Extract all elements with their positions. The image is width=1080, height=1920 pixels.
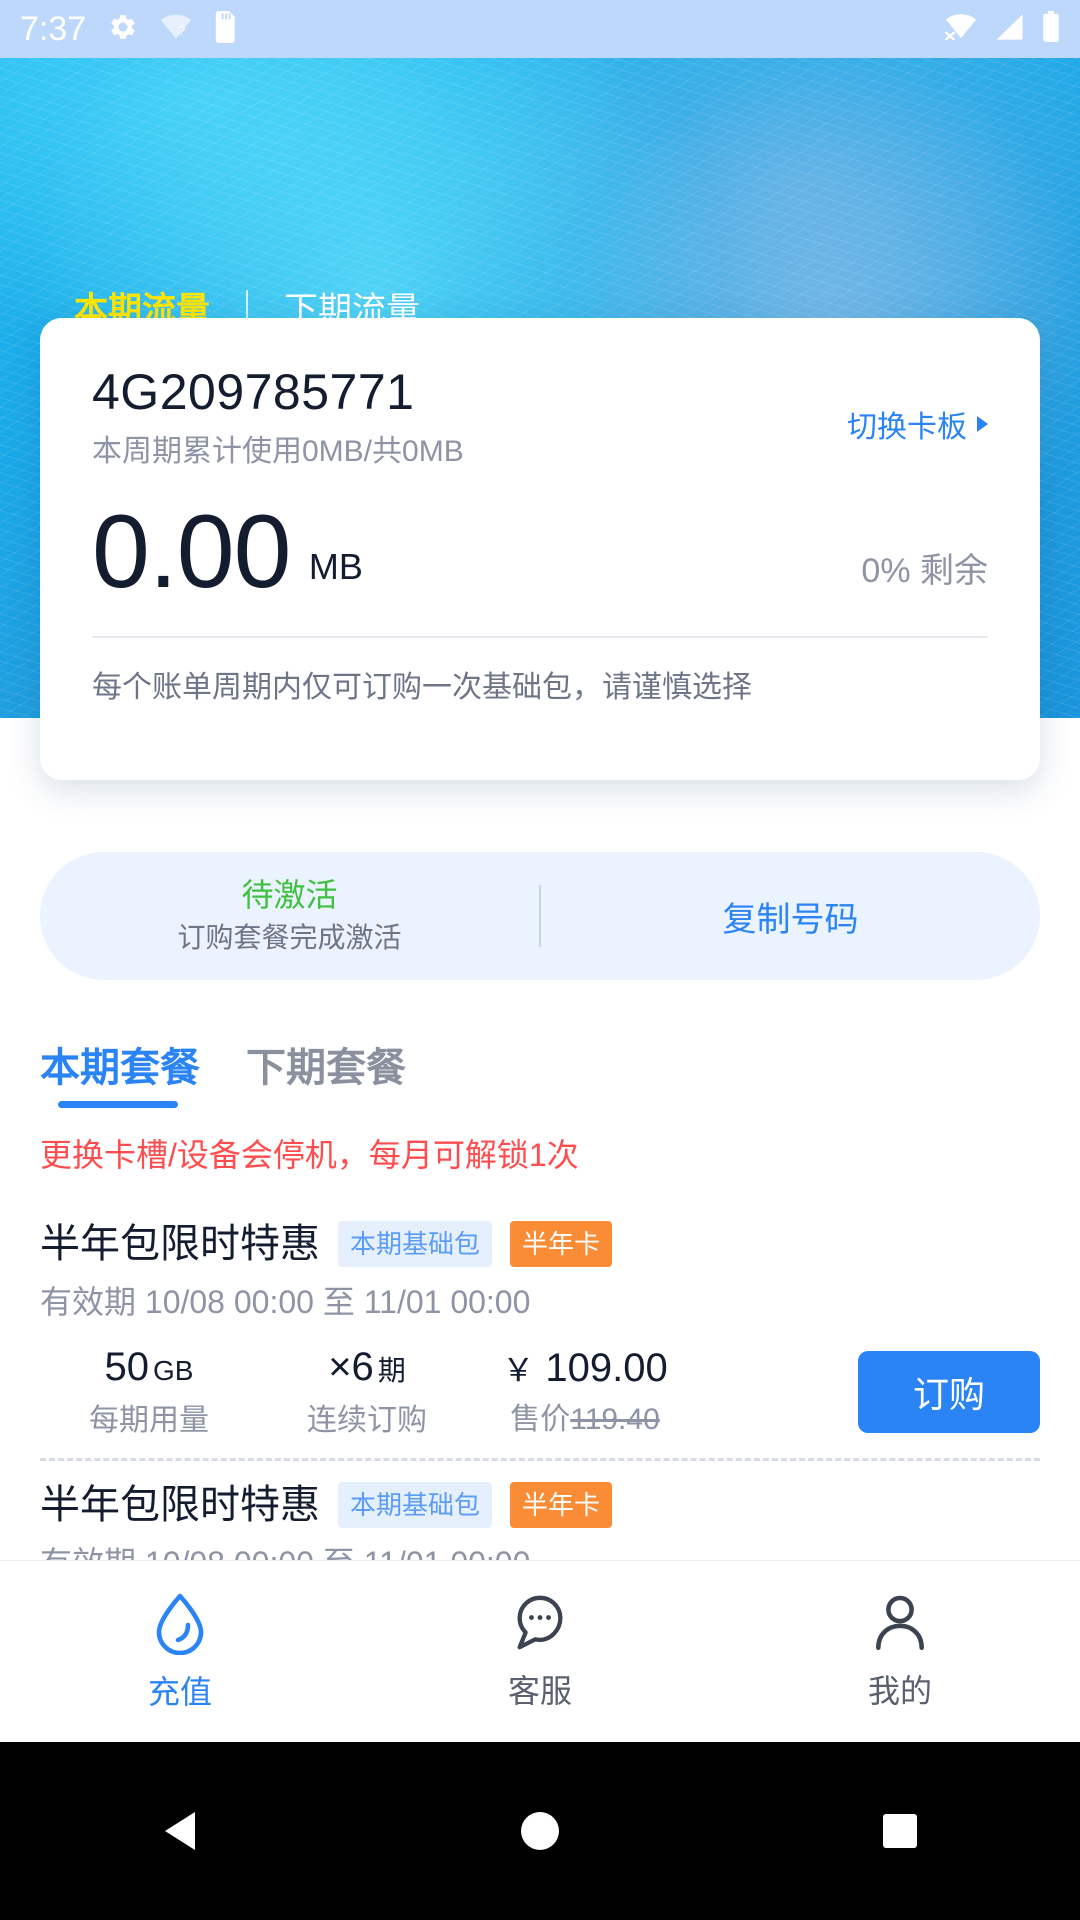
recents-button[interactable]	[840, 1742, 960, 1920]
card-number: 4G209785771	[92, 364, 415, 420]
gear-icon	[108, 12, 138, 47]
plan-periods-value: ×6	[328, 1345, 374, 1389]
plan-periods-label: 连续订购	[307, 1404, 427, 1437]
home-circle-icon	[521, 1812, 559, 1850]
plan-metrics: 50 GB 每期用量 ×6 期 连续订购 ￥ 109.00 售价119.40 订…	[40, 1342, 1040, 1442]
home-button[interactable]	[480, 1742, 600, 1920]
usage-amount-row: 0.00 MB 0% 剩余	[92, 500, 988, 604]
plan-header: 半年包限时特惠 本期基础包 半年卡	[40, 1479, 1040, 1531]
plan-title: 半年包限时特惠	[40, 1483, 320, 1527]
status-bar-left-icons: ?	[108, 10, 238, 48]
tab-current-plan-label: 本期套餐	[40, 1046, 200, 1090]
activation-description: 订购套餐完成激活	[177, 922, 402, 953]
status-bar: 7:37 ?	[0, 0, 1080, 58]
usage-card-identity: 4G209785771 本周期累计使用0MB/共0MB	[92, 362, 464, 472]
usage-amount-unit: MB	[308, 546, 363, 587]
nav-item-support-label: 客服	[507, 1673, 572, 1709]
plan-order-wrap: 订购	[694, 1351, 1040, 1433]
plan-badge-primary: 本期基础包	[338, 1221, 493, 1267]
svg-text:?: ?	[178, 22, 185, 37]
tab-next-plan[interactable]: 下期套餐	[246, 1042, 406, 1108]
plan-badge-primary: 本期基础包	[338, 1482, 493, 1528]
usage-card-note: 每个账单周期内仅可订购一次基础包，请谨慎选择	[92, 671, 752, 704]
plan-data-value: 50	[104, 1345, 150, 1389]
plan-badge-secondary: 半年卡	[510, 1221, 613, 1267]
bottom-navigation: 充值 客服 我的	[0, 1560, 1080, 1742]
plan-data-unit: GB	[153, 1355, 194, 1386]
plan-metric-price: ￥ 109.00 售价119.40	[476, 1343, 694, 1441]
activation-strip: 待激活 订购套餐完成激活 复制号码	[40, 852, 1040, 980]
plan-period-tabs: 本期套餐 下期套餐	[40, 1042, 1040, 1108]
usage-amount-value: 0.00	[92, 494, 291, 610]
nav-item-profile[interactable]: 我的	[720, 1592, 1080, 1711]
usage-card-header: 4G209785771 本周期累计使用0MB/共0MB 切换卡板	[92, 362, 988, 472]
plan-periods-unit: 期	[377, 1355, 406, 1386]
plan-badge-secondary: 半年卡	[510, 1482, 613, 1528]
nav-item-support[interactable]: 客服	[360, 1592, 720, 1711]
activation-status-badge: 待激活	[241, 877, 338, 913]
usage-card: 4G209785771 本周期累计使用0MB/共0MB 切换卡板 0.00 MB…	[40, 318, 1040, 780]
chevron-right-icon	[977, 416, 988, 432]
plan-data-label: 每期用量	[89, 1404, 209, 1437]
switch-card-label: 切换卡板	[847, 411, 967, 444]
plan-periods-value-row: ×6期	[258, 1342, 476, 1396]
switch-card-button[interactable]: 切换卡板	[847, 402, 988, 446]
activation-status-group: 待激活 订购套餐完成激活	[40, 875, 539, 957]
plan-header: 半年包限时特惠 本期基础包 半年卡	[40, 1218, 1040, 1270]
signal-icon	[994, 13, 1026, 46]
usage-amount-group: 0.00 MB	[92, 500, 363, 604]
back-button[interactable]	[120, 1742, 240, 1920]
plan-validity: 有效期 10/08 00:00 至 11/01 00:00	[40, 1284, 531, 1320]
nav-item-profile-label: 我的	[867, 1673, 932, 1709]
phone-screen: 7:37 ? 本期流量 下期流量 4G209785771 本周期累计使用0MB/…	[0, 0, 1080, 1920]
plan-price-value-row: ￥ 109.00	[476, 1343, 694, 1395]
cycle-usage-text: 本周期累计使用0MB/共0MB	[92, 435, 464, 468]
order-button[interactable]: 订购	[858, 1351, 1040, 1433]
plan-price-label: 售价119.40	[476, 1399, 694, 1441]
status-bar-right-icons	[944, 10, 1060, 48]
plan-warning-text: 更换卡槽/设备会停机，每月可解锁1次	[40, 1137, 579, 1173]
usage-card-divider	[92, 636, 988, 638]
copy-number-button[interactable]: 复制号码	[541, 892, 1040, 941]
plan-price-value: 109.00	[545, 1346, 668, 1390]
plan-price-symbol: ￥	[502, 1352, 535, 1388]
plan-price-original: 119.40	[570, 1403, 660, 1436]
plan-metric-data: 50 GB 每期用量	[40, 1342, 258, 1442]
person-icon	[871, 1592, 929, 1659]
chat-bubble-icon	[509, 1592, 571, 1659]
water-drop-icon	[150, 1591, 210, 1660]
tab-next-plan-label: 下期套餐	[246, 1046, 406, 1090]
recents-square-icon	[883, 1814, 917, 1848]
plan-price-label-prefix: 售价	[510, 1403, 571, 1436]
tab-current-plan[interactable]: 本期套餐	[40, 1042, 200, 1108]
plan-title: 半年包限时特惠	[40, 1222, 320, 1266]
status-bar-clock: 7:37	[20, 9, 87, 48]
nav-item-recharge-label: 充值	[147, 1674, 212, 1710]
nav-item-recharge[interactable]: 充值	[0, 1591, 360, 1712]
wifi-off-icon	[944, 13, 978, 45]
usage-remaining-text: 0% 剩余	[861, 552, 988, 590]
battery-icon	[1042, 10, 1060, 48]
plan-data-value-row: 50 GB	[40, 1342, 258, 1396]
wifi-unknown-icon: ?	[160, 14, 192, 45]
sd-card-icon	[214, 10, 238, 48]
tab-current-plan-indicator	[58, 1101, 178, 1108]
plan-item[interactable]: 半年包限时特惠 本期基础包 半年卡 有效期 10/08 00:00 至 11/0…	[0, 1200, 1080, 1442]
plan-metric-periods: ×6期 连续订购	[258, 1342, 476, 1442]
android-navigation-bar	[0, 1742, 1080, 1920]
back-triangle-icon	[165, 1812, 195, 1850]
